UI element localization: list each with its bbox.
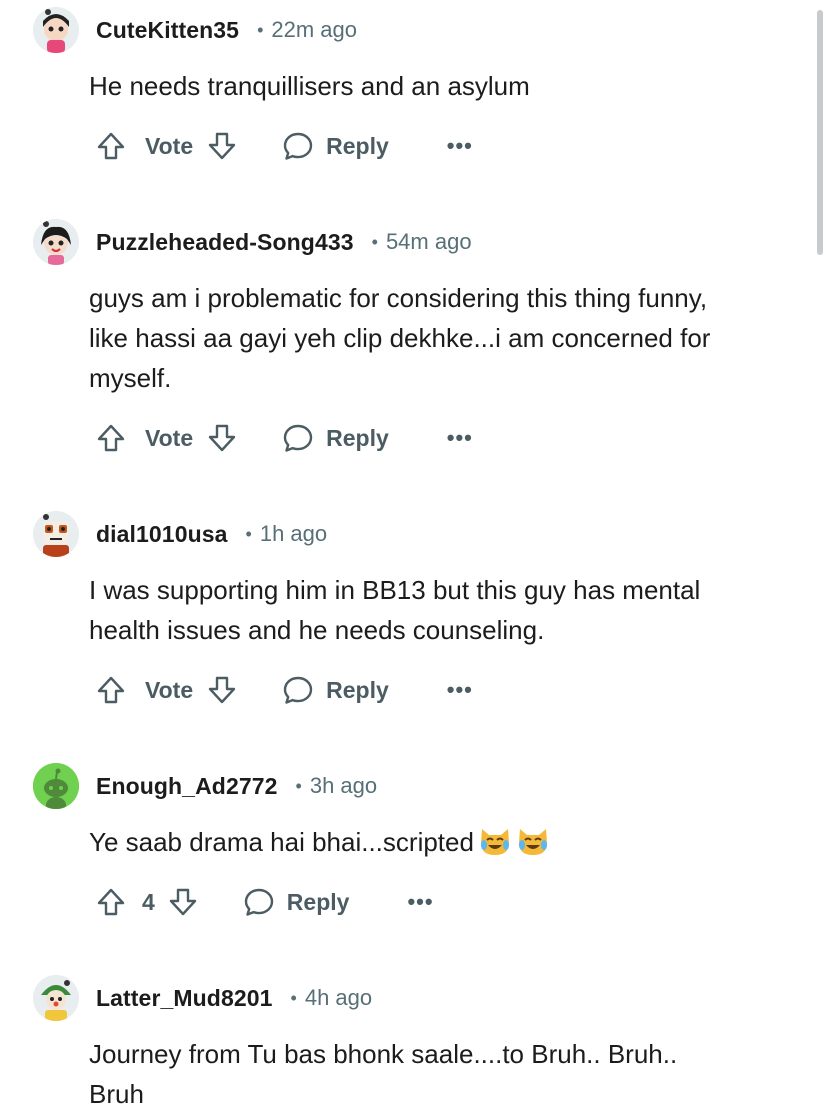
comment-text-line: I was supporting him in BB13 but this gu… — [89, 575, 701, 605]
speech-bubble-icon — [283, 676, 313, 704]
reply-label: Reply — [326, 132, 389, 159]
comment-body: Journey from Tu bas bhonk saale....to Br… — [89, 1034, 789, 1114]
comment-text-line: like hassi aa gayi yeh clip dekhke...i a… — [89, 323, 711, 353]
more-dots-icon[interactable]: ••• — [407, 889, 433, 915]
comment-timestamp[interactable]: 54m ago — [386, 229, 472, 255]
vote-count: 4 — [142, 888, 155, 915]
comment-actions: Vote Reply ••• — [95, 418, 473, 458]
comment-actions: Vote Reply ••• — [95, 670, 473, 710]
separator-dot: • — [245, 523, 252, 544]
reply-button[interactable]: Reply — [282, 674, 389, 706]
speech-bubble-icon — [283, 424, 313, 452]
scrollbar[interactable] — [817, 10, 823, 255]
crying-laughing-cat-emoji — [478, 825, 512, 868]
comment-timestamp[interactable]: 3h ago — [310, 773, 377, 799]
reply-label: Reply — [326, 424, 389, 451]
avatar[interactable] — [33, 7, 79, 53]
comment-text-line: He needs tranquillisers and an asylum — [89, 71, 530, 101]
upvote-icon[interactable] — [95, 422, 127, 454]
vote-label: Vote — [145, 132, 194, 159]
reply-label: Reply — [326, 676, 389, 703]
upvote-icon[interactable] — [95, 674, 127, 706]
comment-body: guys am i problematic for considering th… — [89, 278, 789, 398]
separator-dot: • — [371, 231, 378, 252]
crying-laughing-cat-emoji — [516, 825, 550, 868]
reply-button[interactable]: Reply — [243, 886, 350, 918]
downvote-icon[interactable] — [167, 886, 199, 918]
upvote-icon[interactable] — [95, 130, 127, 162]
comment-text-line: health issues and he needs counseling. — [89, 615, 545, 645]
downvote-icon[interactable] — [206, 674, 238, 706]
avatar[interactable] — [33, 975, 79, 1021]
comment-author[interactable]: Enough_Ad2772 — [96, 773, 278, 800]
reply-button[interactable]: Reply — [282, 422, 389, 454]
comment-text-line: Journey from Tu bas bhonk saale....to Br… — [89, 1039, 678, 1069]
comment-timestamp[interactable]: 22m ago — [271, 17, 357, 43]
separator-dot: • — [290, 987, 297, 1008]
reply-label: Reply — [286, 888, 350, 915]
separator-dot: • — [257, 19, 264, 40]
comment-author[interactable]: dial1010usa — [96, 521, 228, 548]
speech-bubble-icon — [283, 132, 313, 160]
comment-author[interactable]: Puzzleheaded-Song433 — [96, 229, 354, 256]
comment-author[interactable]: Latter_Mud8201 — [96, 985, 273, 1012]
comment-text-line: myself. — [89, 363, 172, 393]
downvote-icon[interactable] — [206, 422, 238, 454]
comment-text-line: Ye saab drama hai bhai...scripted — [89, 822, 789, 868]
reply-button[interactable]: Reply — [282, 130, 389, 162]
comment-body: He needs tranquillisers and an asylum — [89, 66, 789, 106]
comment-body: Ye saab drama hai bhai...scripted — [89, 822, 789, 868]
more-dots-icon[interactable]: ••• — [447, 425, 473, 451]
comment-text: Ye saab drama hai bhai...scripted — [89, 827, 474, 857]
speech-bubble-icon — [244, 888, 273, 916]
comment-actions: Vote Reply ••• — [95, 126, 473, 166]
avatar[interactable] — [33, 763, 79, 809]
avatar[interactable] — [33, 511, 79, 557]
comment-author[interactable]: CuteKitten35 — [96, 17, 239, 44]
comment-text-line: Bruh — [89, 1079, 144, 1109]
upvote-icon[interactable] — [95, 886, 127, 918]
comment-body: I was supporting him in BB13 but this gu… — [89, 570, 789, 650]
comment-timestamp[interactable]: 4h ago — [305, 985, 372, 1011]
vote-label: Vote — [145, 676, 194, 703]
comment-timestamp[interactable]: 1h ago — [260, 521, 327, 547]
separator-dot: • — [295, 775, 302, 796]
avatar[interactable] — [33, 219, 79, 265]
more-dots-icon[interactable]: ••• — [447, 133, 473, 159]
comment-actions: 4 Reply ••• — [95, 882, 434, 922]
downvote-icon[interactable] — [206, 130, 238, 162]
comment-text-line: guys am i problematic for considering th… — [89, 283, 708, 313]
vote-label: Vote — [145, 424, 194, 451]
more-dots-icon[interactable]: ••• — [447, 677, 473, 703]
